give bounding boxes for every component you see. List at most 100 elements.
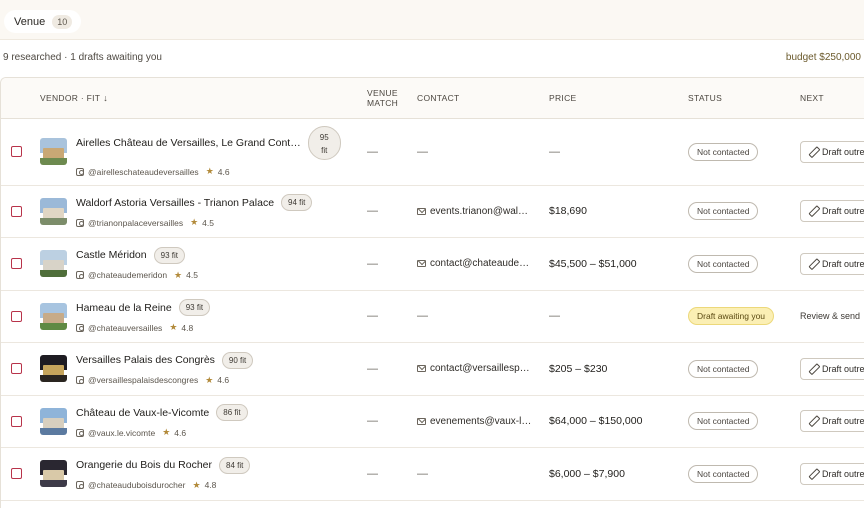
price-range: $64,000 – $150,000 [549, 415, 643, 428]
venue-thumbnail [40, 302, 67, 330]
venue-thumbnail [40, 460, 67, 488]
venue-match: — [367, 257, 378, 270]
status-badge: Not contacted [688, 142, 759, 161]
instagram-icon [76, 481, 84, 490]
header-select [1, 78, 35, 119]
table-row[interactable]: Orangerie du Bois du Rocher 84 fit @chat… [1, 447, 864, 501]
row-checkbox[interactable] [11, 468, 22, 480]
table-row[interactable]: Castle Méridon 93 fit @chateaudemeridon … [1, 237, 864, 291]
price-range: $45,500 – $51,000 [549, 257, 637, 270]
table-row[interactable]: Hameau de la Reine 93 fit @chateauversai… [1, 290, 864, 343]
row-checkbox[interactable] [11, 363, 22, 375]
fit-score-badge: 93 fit [153, 246, 185, 264]
price-range: $205 – $230 [549, 362, 608, 375]
pencil-icon [808, 364, 818, 374]
instagram-icon [76, 428, 84, 437]
vendor-name[interactable]: Castle Méridon [76, 249, 147, 261]
pencil-icon [808, 469, 818, 479]
contact-email[interactable]: events.trianon@waldorfastoria.com [430, 206, 533, 217]
pencil-icon [808, 206, 818, 216]
vendor-handle[interactable]: @chateaudemeridon [88, 270, 167, 280]
vendor-rating: 4.6 [174, 427, 187, 438]
tab-count-badge: 10 [52, 14, 73, 29]
fit-score-badge: 94 fit [281, 194, 313, 212]
status-badge: Not contacted [688, 359, 759, 378]
review-and-send-link[interactable]: Review & send [800, 311, 860, 321]
instagram-icon [76, 167, 84, 176]
vendor-name[interactable]: Waldorf Astoria Versailles - Trianon Pal… [76, 197, 274, 209]
venue-match: — [367, 205, 378, 218]
contact-empty: — [417, 467, 428, 480]
mail-icon [417, 365, 426, 373]
draft-outreach-button[interactable]: Draft outreach [800, 462, 864, 485]
instagram-icon [76, 218, 84, 227]
instagram-icon [76, 271, 84, 280]
venue-match: — [367, 310, 378, 323]
vendor-name[interactable]: Versailles Palais des Congrès [76, 354, 215, 366]
row-checkbox[interactable] [11, 258, 22, 270]
draft-outreach-button[interactable]: Draft outreach [800, 200, 864, 223]
contact-email[interactable]: contact@versaillespalaisdescongres.fr [430, 363, 533, 374]
vendor-handle[interactable]: @vaux.le.vicomte [88, 428, 155, 438]
draft-outreach-button[interactable]: Draft outreach [800, 140, 864, 163]
research-summary: 9 researched · 1 drafts awaiting you [3, 52, 162, 63]
vendor-handle[interactable]: @chateauduboisdurocher [88, 480, 185, 490]
mail-icon [417, 417, 426, 425]
star-icon: ★ [190, 217, 199, 228]
contact-email[interactable]: contact@chateaudemeridon.com [430, 258, 533, 269]
mail-icon [417, 207, 426, 215]
status-badge: Not contacted [688, 464, 759, 483]
venue-thumbnail [40, 355, 67, 383]
draft-outreach-button[interactable]: Draft outreach [800, 252, 864, 275]
contact-email[interactable]: evenements@vaux-le-vicomte.com [430, 416, 533, 427]
status-badge: Not contacted [688, 254, 759, 273]
row-checkbox[interactable] [11, 310, 22, 322]
instagram-icon [76, 376, 84, 385]
price-empty: — [549, 145, 560, 158]
venue-thumbnail [40, 250, 67, 278]
table-header-row: VENDOR · FIT ↓ VENUE MATCH CONTACT PRICE … [1, 78, 864, 119]
draft-outreach-button[interactable]: Draft outreach [800, 410, 864, 433]
draft-outreach-button[interactable]: Draft outreach [800, 357, 864, 380]
vendor-rating: 4.8 [181, 322, 194, 333]
table-row[interactable]: Waldorf Astoria Versailles - Trianon Pal… [1, 185, 864, 238]
vendor-rating: 4.5 [202, 217, 214, 228]
vendor-handle[interactable]: @versaillespalaisdescongres [88, 375, 198, 385]
table-row[interactable]: Airelles Château de Versailles, Le Grand… [1, 118, 864, 186]
budget-label: budget $250,000 [785, 52, 861, 63]
contact-empty: — [417, 310, 428, 323]
vendor-name[interactable]: Orangerie du Bois du Rocher [76, 459, 212, 471]
vendor-name[interactable]: Hameau de la Reine [76, 302, 172, 314]
vendor-handle[interactable]: @trianonpalaceversailles [88, 218, 183, 228]
vendor-name[interactable]: Château de Vaux-le-Vicomte [76, 407, 209, 419]
status-badge: Not contacted [688, 412, 759, 431]
star-icon: ★ [192, 479, 201, 490]
row-checkbox[interactable] [11, 205, 22, 217]
mail-icon [417, 260, 426, 268]
pencil-icon [808, 416, 818, 426]
venue-thumbnail [40, 407, 67, 435]
vendor-table: VENDOR · FIT ↓ VENUE MATCH CONTACT PRICE … [1, 78, 864, 501]
venue-match: — [367, 362, 378, 375]
row-checkbox[interactable] [11, 415, 22, 427]
vendor-rating: 4.5 [186, 270, 198, 281]
vendor-rating: 4.6 [217, 166, 230, 177]
price-empty: — [549, 310, 560, 323]
tab-label: Venue [14, 15, 46, 28]
star-icon: ★ [169, 322, 178, 333]
row-checkbox[interactable] [11, 146, 22, 157]
vendor-name[interactable]: Airelles Château de Versailles, Le Grand… [76, 137, 301, 149]
vendor-handle[interactable]: @chateauversailles [88, 323, 162, 333]
vendor-handle[interactable]: @airelleschateaudeversailles [88, 167, 199, 177]
pencil-icon [808, 259, 818, 269]
star-icon: ★ [205, 166, 214, 176]
table-row[interactable]: Château de Vaux-le-Vicomte 86 fit @vaux.… [1, 395, 864, 448]
header-vendor-fit[interactable]: VENDOR · FIT ↓ [35, 78, 362, 119]
fit-score-badge: 84 fit [219, 456, 251, 474]
vendor-table-container: VENDOR · FIT ↓ VENUE MATCH CONTACT PRICE … [0, 77, 864, 508]
header-venue-match: VENUE MATCH [362, 78, 412, 119]
fit-score-badge: 90 fit [221, 351, 254, 369]
fit-score-badge: 95 fit [307, 126, 341, 160]
tab-venue[interactable]: Venue 10 [4, 10, 82, 33]
table-row[interactable]: Versailles Palais des Congrès 90 fit @ve… [1, 342, 864, 396]
